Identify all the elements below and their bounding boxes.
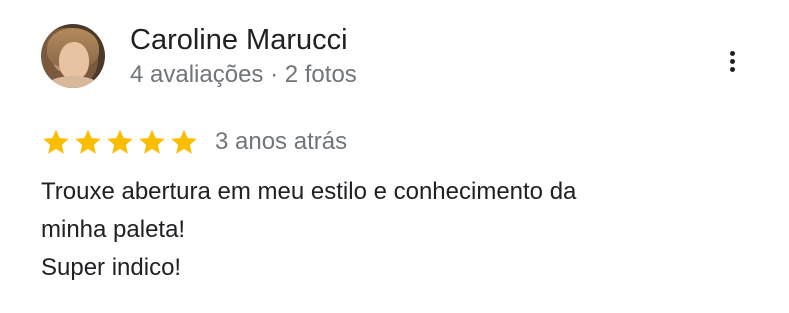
- avatar-shoulder: [47, 76, 99, 88]
- review-text-line: minha paleta!: [41, 216, 186, 243]
- rating-row: 3 anos atrás: [41, 126, 347, 158]
- review-date: 3 anos atrás: [215, 128, 348, 155]
- author-name[interactable]: Caroline Marucci: [130, 22, 348, 58]
- more-vert-icon-dot: [729, 66, 735, 72]
- review-card: Caroline Marucci 4 avaliações · 2 fotos …: [0, 0, 789, 313]
- star-icon: [139, 129, 165, 154]
- author-meta[interactable]: 4 avaliações · 2 fotos: [130, 60, 357, 90]
- star-rating: [41, 127, 199, 157]
- review-text-line: Super indico!: [41, 254, 182, 281]
- review-text: Trouxe abertura em meu estilo e conhecim…: [41, 173, 741, 287]
- star-icon: [171, 129, 197, 154]
- author-avatar[interactable]: [41, 24, 105, 88]
- star-icon: [75, 129, 101, 154]
- star-icon: [107, 129, 133, 154]
- star-icon: [43, 129, 69, 154]
- review-text-line: Trouxe abertura em meu estilo e conhecim…: [41, 178, 577, 205]
- avatar-face: [59, 42, 89, 80]
- more-vert-icon-dot: [729, 50, 735, 56]
- more-options-button[interactable]: [718, 43, 746, 79]
- more-vert-icon-dot: [729, 58, 735, 64]
